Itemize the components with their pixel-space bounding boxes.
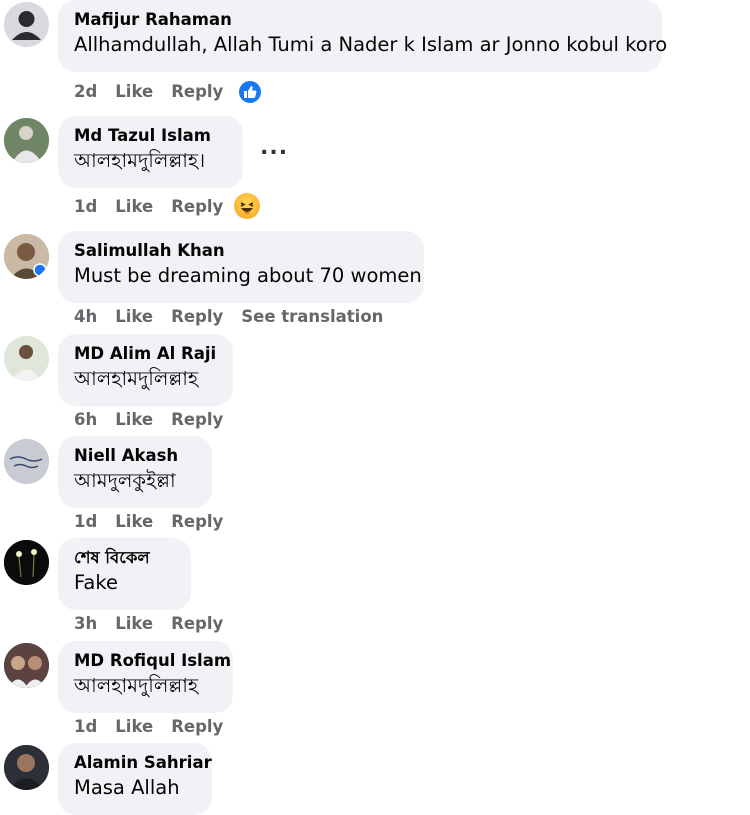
comment-actions: 1d Like Reply <box>74 512 241 531</box>
see-translation-link[interactable]: See translation <box>241 307 383 326</box>
comment-time[interactable]: 1d <box>74 512 97 531</box>
comment-bubble: Md Tazul Islam আলহামদুলিল্লাহ। <box>58 116 243 188</box>
like-button[interactable]: Like <box>115 307 153 326</box>
thumbs-up-icon <box>244 86 257 98</box>
comment-bubble: Salimullah Khan Must be dreaming about 7… <box>58 231 424 303</box>
comment-text: Must be dreaming about 70 women <box>74 264 422 287</box>
comment-author[interactable]: Md Tazul Islam <box>74 125 227 147</box>
comment-author[interactable]: Mafijur Rahaman <box>74 9 646 31</box>
reply-button[interactable]: Reply <box>171 410 223 429</box>
comment-author[interactable]: MD Rofiqul Islam <box>74 650 231 672</box>
user-photo-icon <box>4 336 49 381</box>
comment-bubble: Alamin Sahriar Masa Allah <box>58 743 212 815</box>
comment-actions: 3h Like Reply <box>74 614 241 633</box>
comment-time[interactable]: 4h <box>74 307 97 326</box>
reply-button[interactable]: Reply <box>171 197 223 216</box>
comment-time[interactable]: 1d <box>74 717 97 736</box>
comment-author[interactable]: Alamin Sahriar <box>74 752 212 774</box>
comment-time[interactable]: 2d <box>74 82 97 101</box>
comment-bubble: Niell Akash আমদুলকুইল্লা <box>58 436 212 508</box>
comment-item: শেষ বিকেল Fake 3h Like Reply <box>0 538 750 638</box>
comment-actions: 4h Like Reply See translation <box>74 307 401 326</box>
more-options-icon[interactable]: ... <box>260 135 288 160</box>
comment-text: আলহামদুলিল্লাহ <box>74 674 199 697</box>
comment-item: MD Alim Al Raji আলহামদুলিল্লাহ 6h Like R… <box>0 334 750 434</box>
comment-time[interactable]: 3h <box>74 614 97 633</box>
comment-item: Mafijur Rahaman Allhamdullah, Allah Tumi… <box>0 0 750 105</box>
comment-actions: 1d Like Reply <box>74 717 241 736</box>
comment-time[interactable]: 6h <box>74 410 97 429</box>
avatar[interactable] <box>4 643 49 688</box>
reply-button[interactable]: Reply <box>171 614 223 633</box>
user-photo-icon <box>4 234 49 279</box>
like-button[interactable]: Like <box>115 614 153 633</box>
comment-author[interactable]: Salimullah Khan <box>74 240 408 262</box>
comment-text: আলহামদুলিল্লাহ। <box>74 149 206 172</box>
haha-reaction-icon[interactable] <box>234 193 260 219</box>
comment-bubble: Mafijur Rahaman Allhamdullah, Allah Tumi… <box>58 0 668 72</box>
comment-text: আমদুলকুইল্লা <box>74 469 176 492</box>
comment-author[interactable]: MD Alim Al Raji <box>74 343 217 365</box>
like-button[interactable]: Like <box>115 717 153 736</box>
comment-item: Alamin Sahriar Masa Allah <box>0 743 750 815</box>
avatar[interactable] <box>4 234 49 279</box>
haha-face-icon <box>240 202 254 214</box>
avatar[interactable] <box>4 439 49 484</box>
comment-item: Md Tazul Islam আলহামদুলিল্লাহ। ... 1d Li… <box>0 115 750 220</box>
reply-button[interactable]: Reply <box>171 82 223 101</box>
avatar[interactable] <box>4 745 49 790</box>
like-button[interactable]: Like <box>115 410 153 429</box>
avatar[interactable] <box>4 540 49 585</box>
comment-text: Allhamdullah, Allah Tumi a Nader k Islam… <box>74 33 668 56</box>
avatar[interactable] <box>4 336 49 381</box>
avatar[interactable] <box>4 2 49 47</box>
comment-bubble: MD Rofiqul Islam আলহামদুলিল্লাহ <box>58 641 233 713</box>
user-photo-icon <box>4 745 49 790</box>
comment-text: আলহামদুলিল্লাহ <box>74 367 199 390</box>
comment-author[interactable]: শেষ বিকেল <box>74 547 175 569</box>
user-photo-icon <box>4 118 49 163</box>
comment-actions: 2d Like Reply <box>74 82 241 101</box>
like-button[interactable]: Like <box>115 197 153 216</box>
comment-item: MD Rofiqul Islam আলহামদুলিল্লাহ 1d Like … <box>0 641 750 741</box>
avatar[interactable] <box>4 118 49 163</box>
comment-item: Salimullah Khan Must be dreaming about 7… <box>0 231 750 331</box>
like-button[interactable]: Like <box>115 82 153 101</box>
comment-actions: 6h Like Reply <box>74 410 241 429</box>
like-button[interactable]: Like <box>115 512 153 531</box>
comment-bubble: MD Alim Al Raji আলহামদুলিল্লাহ <box>58 334 233 406</box>
comment-actions: 1d Like Reply <box>74 197 241 216</box>
user-photo-icon <box>4 540 49 585</box>
reply-button[interactable]: Reply <box>171 512 223 531</box>
comment-text: Fake <box>74 571 118 594</box>
comment-text: Masa Allah <box>74 776 180 799</box>
comment-item: Niell Akash আমদুলকুইল্লা 1d Like Reply <box>0 436 750 536</box>
reply-button[interactable]: Reply <box>171 717 223 736</box>
comment-author[interactable]: Niell Akash <box>74 445 196 467</box>
user-photo-icon <box>4 439 49 484</box>
reply-button[interactable]: Reply <box>171 307 223 326</box>
default-avatar-icon <box>4 2 49 47</box>
comment-bubble: শেষ বিকেল Fake <box>58 538 191 610</box>
like-reaction-icon[interactable] <box>237 79 263 105</box>
user-photo-icon <box>4 643 49 688</box>
comment-time[interactable]: 1d <box>74 197 97 216</box>
